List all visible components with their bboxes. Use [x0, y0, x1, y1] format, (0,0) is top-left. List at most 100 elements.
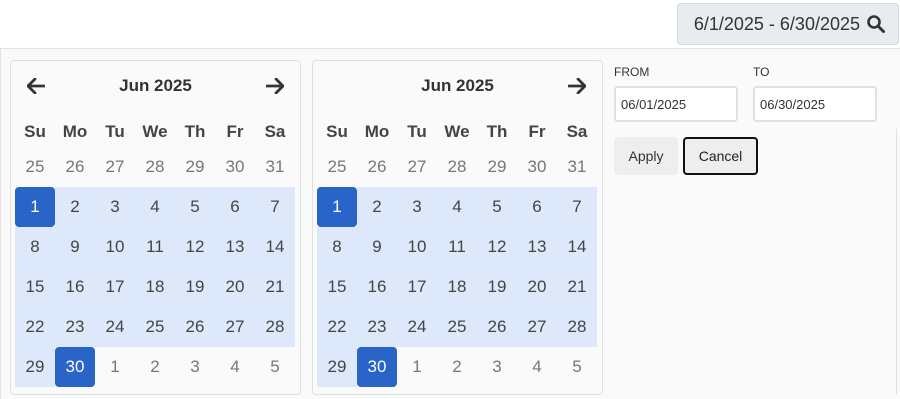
day-cell[interactable]: 8 [15, 227, 55, 267]
day-cell-off-month[interactable]: 4 [517, 347, 557, 387]
day-cell[interactable]: 15 [15, 267, 55, 307]
day-cell[interactable]: 7 [255, 187, 295, 227]
day-cell-off-month[interactable]: 2 [437, 347, 477, 387]
day-cell[interactable]: 9 [357, 227, 397, 267]
day-cell[interactable]: 12 [477, 227, 517, 267]
day-cell[interactable]: 25 [135, 307, 175, 347]
day-cell[interactable]: 21 [255, 267, 295, 307]
day-cell[interactable]: 14 [255, 227, 295, 267]
day-cell[interactable]: 13 [215, 227, 255, 267]
day-cell-off-month[interactable]: 3 [175, 347, 215, 387]
day-cell[interactable]: 29 [317, 347, 357, 387]
date-range-trigger[interactable]: 6/1/2025 - 6/30/2025 [677, 3, 899, 45]
day-cell[interactable]: 16 [55, 267, 95, 307]
day-cell[interactable]: 19 [477, 267, 517, 307]
calendar-week: 15 16 17 18 19 20 21 [15, 267, 296, 307]
day-cell[interactable]: 3 [397, 187, 437, 227]
day-cell-off-month[interactable]: 1 [95, 347, 135, 387]
day-cell-off-month[interactable]: 28 [135, 147, 175, 187]
calendar-week: 22 23 24 25 26 27 28 [15, 307, 296, 347]
day-cell-selected[interactable]: 30 [357, 347, 397, 387]
day-cell-off-month[interactable]: 3 [477, 347, 517, 387]
day-cell-off-month[interactable]: 30 [215, 147, 255, 187]
day-cell[interactable]: 10 [397, 227, 437, 267]
day-cell[interactable]: 12 [175, 227, 215, 267]
day-cell[interactable]: 23 [357, 307, 397, 347]
day-cell[interactable]: 16 [357, 267, 397, 307]
day-cell-off-month[interactable]: 5 [557, 347, 597, 387]
day-cell-off-month[interactable]: 29 [477, 147, 517, 187]
day-cell-off-month[interactable]: 27 [397, 147, 437, 187]
calendar-week: 22 23 24 25 26 27 28 [317, 307, 598, 347]
day-cell[interactable]: 11 [135, 227, 175, 267]
day-cell[interactable]: 21 [557, 267, 597, 307]
day-cell[interactable]: 18 [437, 267, 477, 307]
day-cell-selected[interactable]: 30 [55, 347, 95, 387]
arrow-right-icon [266, 78, 284, 94]
to-label: TO [753, 65, 770, 79]
day-cell[interactable]: 22 [15, 307, 55, 347]
day-cell[interactable]: 3 [95, 187, 135, 227]
day-cell[interactable]: 4 [135, 187, 175, 227]
day-cell-selected[interactable]: 1 [317, 187, 357, 227]
day-cell[interactable]: 26 [477, 307, 517, 347]
day-cell[interactable]: 25 [437, 307, 477, 347]
day-cell[interactable]: 26 [175, 307, 215, 347]
day-cell-off-month[interactable]: 2 [135, 347, 175, 387]
day-cell-selected[interactable]: 1 [15, 187, 55, 227]
from-date-input[interactable] [614, 86, 738, 122]
cancel-button[interactable]: Cancel [683, 137, 758, 175]
next-month-button[interactable] [264, 75, 286, 97]
day-cell-off-month[interactable]: 27 [95, 147, 135, 187]
day-cell-off-month[interactable]: 30 [517, 147, 557, 187]
to-date-input[interactable] [753, 86, 877, 122]
day-cell[interactable]: 2 [55, 187, 95, 227]
day-cell[interactable]: 17 [95, 267, 135, 307]
day-cell[interactable]: 14 [557, 227, 597, 267]
calendar-week: 29 30 1 2 3 4 5 [15, 347, 296, 387]
day-cell-off-month[interactable]: 26 [55, 147, 95, 187]
day-cell[interactable]: 18 [135, 267, 175, 307]
day-cell[interactable]: 28 [557, 307, 597, 347]
day-cell-off-month[interactable]: 26 [357, 147, 397, 187]
day-cell[interactable]: 11 [437, 227, 477, 267]
day-cell-off-month[interactable]: 31 [255, 147, 295, 187]
day-cell[interactable]: 4 [437, 187, 477, 227]
day-cell[interactable]: 22 [317, 307, 357, 347]
day-cell-off-month[interactable]: 31 [557, 147, 597, 187]
day-cell[interactable]: 6 [517, 187, 557, 227]
day-cell-off-month[interactable]: 5 [255, 347, 295, 387]
day-cell[interactable]: 20 [215, 267, 255, 307]
apply-button[interactable]: Apply [614, 137, 678, 175]
calendar-week: 1234567 [15, 187, 296, 227]
day-cell[interactable]: 20 [517, 267, 557, 307]
day-cell[interactable]: 29 [15, 347, 55, 387]
day-cell[interactable]: 17 [397, 267, 437, 307]
day-cell[interactable]: 19 [175, 267, 215, 307]
day-cell-off-month[interactable]: 4 [215, 347, 255, 387]
day-cell[interactable]: 7 [557, 187, 597, 227]
day-cell[interactable]: 15 [317, 267, 357, 307]
day-cell[interactable]: 24 [397, 307, 437, 347]
day-cell-off-month[interactable]: 28 [437, 147, 477, 187]
day-cell[interactable]: 13 [517, 227, 557, 267]
day-cell[interactable]: 6 [215, 187, 255, 227]
day-cell[interactable]: 10 [95, 227, 135, 267]
day-cell-off-month[interactable]: 29 [175, 147, 215, 187]
day-cell[interactable]: 9 [55, 227, 95, 267]
day-cell[interactable]: 8 [317, 227, 357, 267]
day-cell[interactable]: 27 [215, 307, 255, 347]
next-month-button[interactable] [566, 75, 588, 97]
day-cell[interactable]: 24 [95, 307, 135, 347]
day-cell[interactable]: 27 [517, 307, 557, 347]
day-cell[interactable]: 5 [477, 187, 517, 227]
weekday-header: Su Mo Tu We Th Fr Sa [15, 117, 296, 147]
day-cell-off-month[interactable]: 25 [15, 147, 55, 187]
day-cell[interactable]: 2 [357, 187, 397, 227]
day-cell[interactable]: 23 [55, 307, 95, 347]
day-cell[interactable]: 5 [175, 187, 215, 227]
day-cell-off-month[interactable]: 25 [317, 147, 357, 187]
day-cell-off-month[interactable]: 1 [397, 347, 437, 387]
weekday-label: Su [326, 122, 348, 141]
day-cell[interactable]: 28 [255, 307, 295, 347]
